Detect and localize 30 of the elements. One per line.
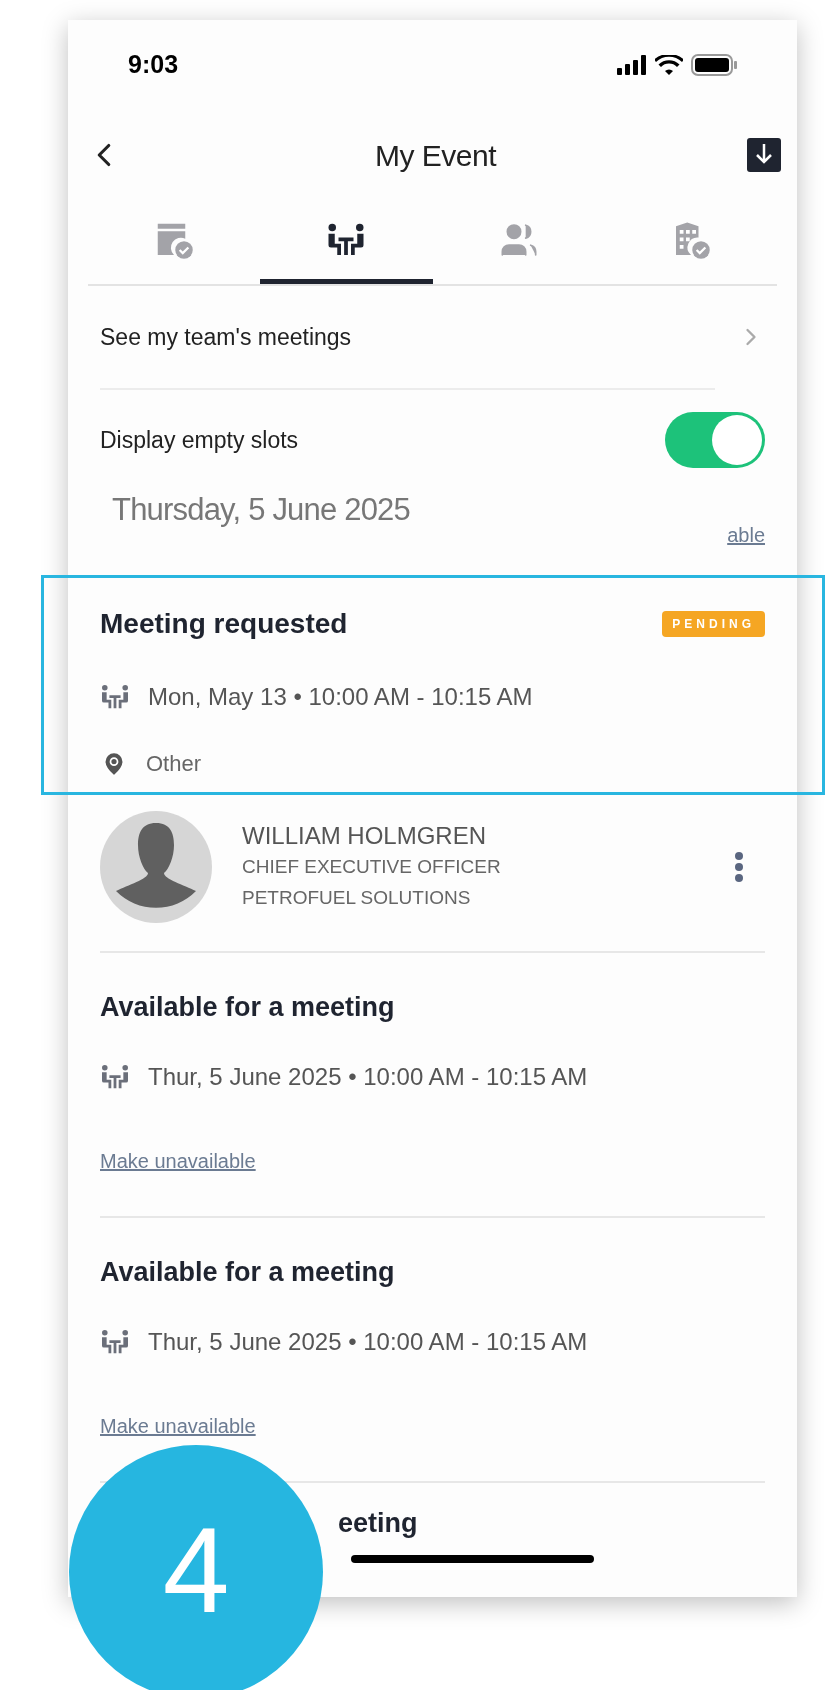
signal-icon (617, 55, 647, 75)
wifi-icon (655, 55, 683, 75)
link-text[interactable]: able (727, 520, 765, 550)
make-unavailable-link[interactable]: Make unavailable (100, 1148, 256, 1174)
meeting-icon (100, 1064, 130, 1090)
vertical-dots-icon (735, 852, 743, 882)
slot-time: Thur, 5 June 2025 • 10:00 AM - 10:15 AM (148, 1062, 588, 1092)
team-meetings-link[interactable]: See my team's meetings (100, 319, 352, 355)
slot-title: Available for a meeting (100, 1256, 396, 1288)
meeting-time: Mon, May 13 • 10:00 AM - 10:15 AM (148, 682, 533, 712)
slot-title: eeting (338, 1506, 418, 1540)
attendee-name: WILLIAM HOLMGREN (242, 821, 488, 851)
battery-icon (691, 54, 737, 76)
setting-label: Display empty slots (100, 425, 299, 455)
slot-title: Available for a meeting (100, 991, 396, 1023)
attendee-role: CHIEF EXECUTIVE OFFICER (242, 855, 502, 879)
status-time: 9:03 (128, 49, 179, 81)
slot-time: Thur, 5 June 2025 • 10:00 AM - 10:15 AM (148, 1327, 588, 1357)
meeting-icon (100, 1329, 130, 1355)
meeting-title: Meeting requested (100, 607, 348, 641)
download-button[interactable] (747, 138, 781, 172)
toggle-switch[interactable] (665, 412, 765, 468)
meeting-location: Other (146, 750, 202, 778)
status-tag: PENDING (662, 611, 765, 637)
download-arrow-icon (754, 144, 774, 166)
attendee-company: PETROFUEL SOLUTIONS (242, 886, 472, 910)
meeting-icon (100, 684, 130, 710)
screen-title: My Event (374, 137, 496, 174)
date-heading: Thursday, 5 June 2025 (112, 491, 410, 529)
make-unavailable-link[interactable]: Make unavailable (100, 1413, 256, 1439)
